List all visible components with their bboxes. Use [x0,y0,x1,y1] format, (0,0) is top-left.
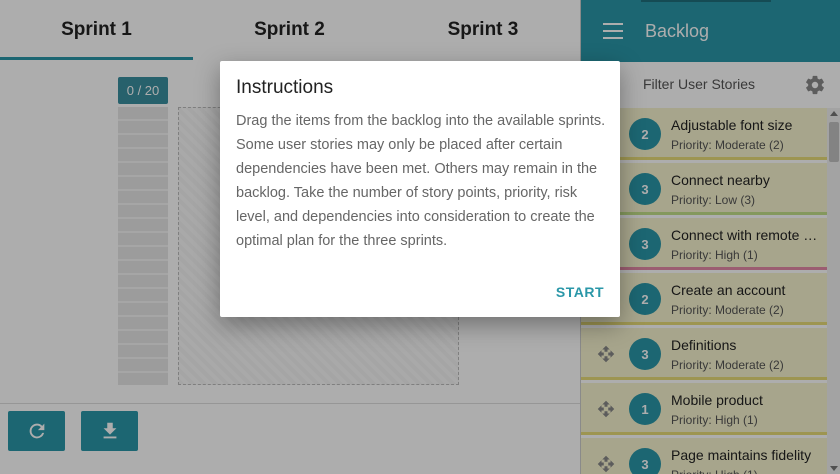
start-button[interactable]: START [556,284,604,300]
dialog-body: Drag the items from the backlog into the… [236,113,606,249]
instructions-dialog: Instructions Drag the items from the bac… [220,61,620,317]
dialog-title: Instructions [236,77,334,98]
